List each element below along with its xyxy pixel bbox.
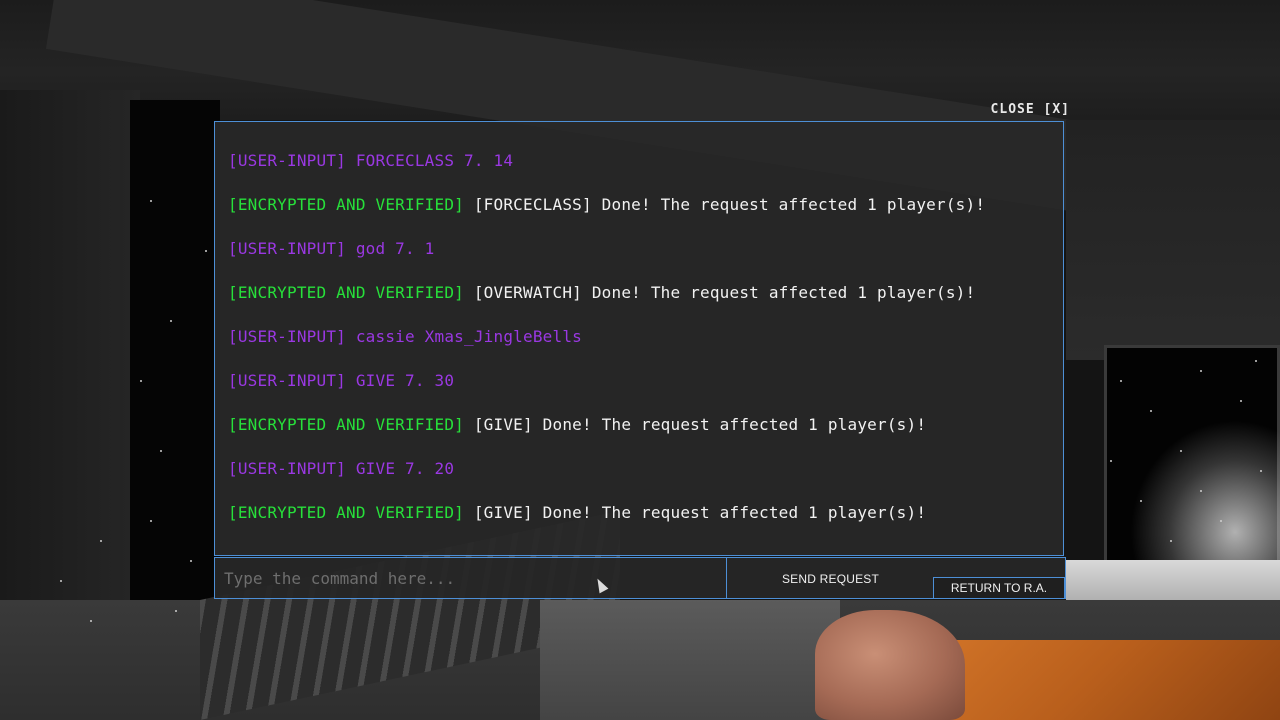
star [1140, 500, 1142, 502]
log-tag: [ENCRYPTED AND VERIFIED] [228, 195, 464, 214]
return-to-ra-button[interactable]: RETURN TO R.A. [933, 577, 1065, 599]
log-message: GIVE 7. 30 [355, 371, 455, 390]
log-tag: [USER-INPUT] [228, 327, 346, 346]
log-tag: [USER-INPUT] [228, 371, 346, 390]
log-tag: [USER-INPUT] [228, 459, 346, 478]
star [150, 520, 152, 522]
log-tag: [USER-INPUT] [228, 239, 346, 258]
star [160, 450, 162, 452]
window-light-glow [1130, 420, 1280, 560]
close-button[interactable]: CLOSE [X] [980, 100, 1070, 120]
log-line: [ENCRYPTED AND VERIFIED] [OVERWATCH] Don… [228, 280, 1053, 324]
log-message: [GIVE] Done! The request affected 1 play… [473, 503, 927, 522]
send-request-button[interactable]: SEND REQUEST [728, 558, 933, 598]
star [190, 560, 192, 562]
star [1220, 520, 1222, 522]
star [1240, 400, 1242, 402]
log-line: [USER-INPUT] cassie Xmas_JingleBells [228, 324, 1053, 368]
log-message: cassie Xmas_JingleBells [355, 327, 582, 346]
star [100, 540, 102, 542]
star [1120, 380, 1122, 382]
player-hand [815, 610, 965, 720]
star [150, 200, 152, 202]
star [170, 320, 172, 322]
star [1255, 360, 1257, 362]
star [1110, 460, 1112, 462]
remote-admin-console: [USER-INPUT] FORCECLASS 7. 14 [ENCRYPTED… [214, 121, 1064, 556]
log-message: [GIVE] Done! The request affected 1 play… [473, 415, 927, 434]
log-line: [ENCRYPTED AND VERIFIED] [GIVE] Done! Th… [228, 500, 1053, 544]
star [1200, 490, 1202, 492]
log-tag: [ENCRYPTED AND VERIFIED] [228, 283, 464, 302]
console-log: [USER-INPUT] FORCECLASS 7. 14 [ENCRYPTED… [228, 148, 1053, 544]
log-tag: [ENCRYPTED AND VERIFIED] [228, 415, 464, 434]
star [60, 580, 62, 582]
star [140, 380, 142, 382]
log-tag: [ENCRYPTED AND VERIFIED] [228, 503, 464, 522]
log-line: [ENCRYPTED AND VERIFIED] [FORCECLASS] Do… [228, 192, 1053, 236]
log-message: [OVERWATCH] Done! The request affected 1… [473, 283, 976, 302]
log-line: [USER-INPUT] GIVE 7. 30 [228, 368, 1053, 412]
log-line: [USER-INPUT] god 7. 1 [228, 236, 1053, 280]
star [205, 250, 207, 252]
star [1180, 450, 1182, 452]
log-tag: [USER-INPUT] [228, 151, 346, 170]
log-line: [ENCRYPTED AND VERIFIED] [GIVE] Done! Th… [228, 412, 1053, 456]
log-message: [FORCECLASS] Done! The request affected … [473, 195, 986, 214]
star [175, 610, 177, 612]
log-line: [USER-INPUT] GIVE 7. 20 [228, 456, 1053, 500]
star [1150, 410, 1152, 412]
star [1260, 470, 1262, 472]
command-input[interactable] [215, 558, 727, 598]
log-message: god 7. 1 [355, 239, 435, 258]
log-line: [USER-INPUT] FORCECLASS 7. 14 [228, 148, 1053, 192]
log-message: GIVE 7. 20 [355, 459, 455, 478]
right-wall [1066, 120, 1280, 360]
log-message: FORCECLASS 7. 14 [355, 151, 514, 170]
star [1170, 540, 1172, 542]
star [1200, 370, 1202, 372]
star [90, 620, 92, 622]
ledge [540, 600, 840, 720]
